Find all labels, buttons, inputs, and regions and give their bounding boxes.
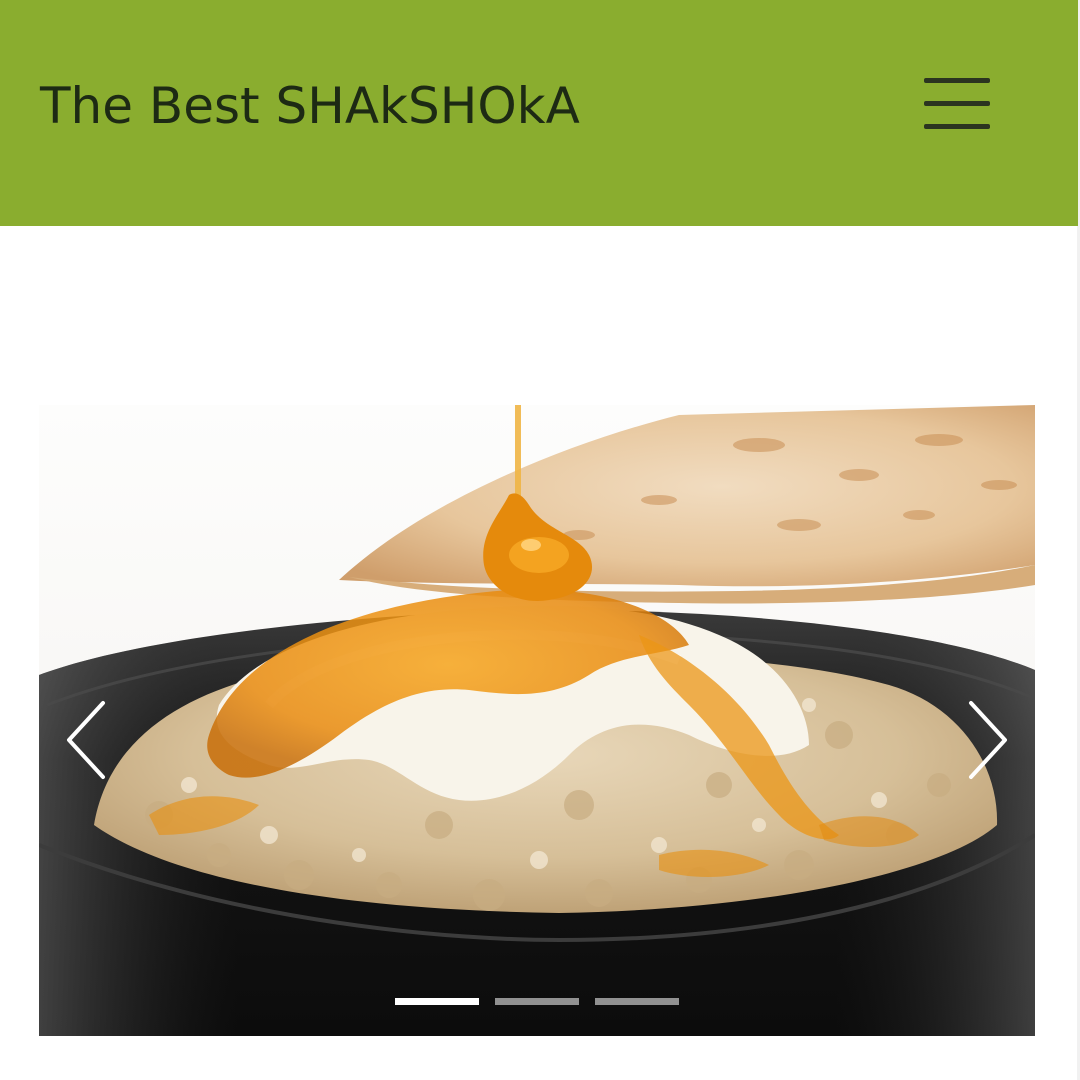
carousel-slide-image <box>39 405 1035 1036</box>
image-carousel <box>39 405 1035 1036</box>
chevron-left-icon <box>67 701 105 779</box>
carousel-indicator[interactable] <box>495 998 579 1005</box>
carousel-indicators <box>395 996 685 1008</box>
carousel-indicator[interactable] <box>595 998 679 1005</box>
chevron-right-icon <box>969 701 1007 779</box>
carousel-next-button[interactable] <box>957 695 1017 785</box>
page: The Best SHAkSHOkA <box>0 0 1080 1080</box>
brand-title[interactable]: The Best SHAkSHOkA <box>40 74 580 138</box>
navbar: The Best SHAkSHOkA <box>0 0 1078 226</box>
carousel-prev-button[interactable] <box>57 695 117 785</box>
menu-icon-bar <box>924 78 990 83</box>
menu-toggle-button[interactable] <box>918 74 996 136</box>
menu-icon-bar <box>924 101 990 106</box>
menu-icon-bar <box>924 124 990 129</box>
carousel-indicator[interactable] <box>395 998 479 1005</box>
